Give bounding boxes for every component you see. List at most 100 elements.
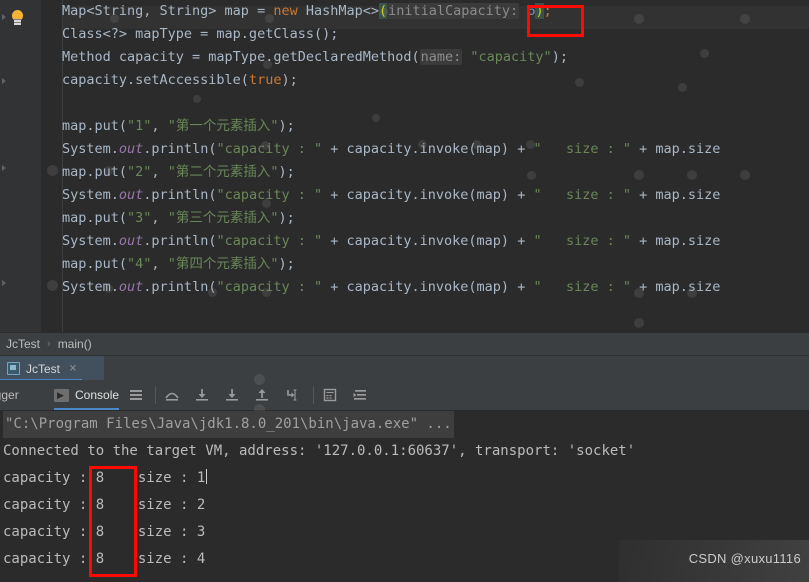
console-text: capacity : 8 size : 2 [3, 497, 206, 513]
code-token: out [118, 187, 144, 203]
code-token: out [118, 279, 144, 295]
code-token: " size : " [533, 233, 631, 249]
breadcrumb-method[interactable]: main() [58, 337, 92, 351]
code-line[interactable]: capacity.setAccessible(true); [62, 69, 809, 92]
console-caret [206, 469, 208, 484]
code-token: ); [278, 118, 295, 134]
run-to-cursor-icon[interactable] [284, 387, 300, 403]
code-token: "capacity" [470, 49, 552, 65]
code-token: .println( [143, 233, 217, 249]
code-token: "2" [127, 164, 152, 180]
console-text: Connected to the target VM, address: '12… [3, 443, 636, 459]
code-line[interactable]: Map<String, String> map = new HashMap<>(… [62, 0, 809, 23]
console-command-text: "C:\Program Files\Java\jdk1.8.0_201\bin\… [3, 411, 454, 438]
code-token: capacity.setAccessible( [62, 72, 249, 88]
breadcrumb[interactable]: JcTest › main() [0, 332, 809, 355]
code-token: + capacity.invoke(map) + [322, 279, 534, 295]
code-token: initialCapacity: [387, 3, 520, 19]
code-token: Map<String, String> map = [62, 3, 274, 19]
ide-window: Map<String, String> map = new HashMap<>(… [0, 0, 809, 582]
console-output[interactable]: "C:\Program Files\Java\jdk1.8.0_201\bin\… [0, 411, 809, 582]
code-token: .println( [143, 187, 217, 203]
console-toolbar[interactable]: ugger Console [0, 374, 809, 415]
code-token: + capacity.invoke(map) + [322, 187, 534, 203]
console-line: capacity : 8 size : 4 [0, 546, 809, 573]
code-token: System. [62, 141, 119, 157]
code-token: Method capacity = mapType.getDeclaredMet… [62, 49, 420, 65]
code-token: "第二个元素插入" [167, 164, 279, 180]
console-line: capacity : 8 size : 1 [0, 465, 809, 492]
code-token: System. [62, 279, 119, 295]
tab-debugger-label: ugger [0, 388, 19, 402]
code-token: "第三个元素插入" [167, 210, 279, 226]
code-token: "第一个元素插入" [167, 118, 279, 134]
code-token: System. [62, 233, 119, 249]
code-token: "第四个元素插入" [167, 256, 279, 272]
editor-gutter[interactable] [0, 0, 41, 332]
tab-debugger[interactable]: ugger [0, 380, 19, 410]
breadcrumb-separator-icon: › [47, 338, 51, 350]
fold-arrow-icon[interactable] [2, 165, 6, 171]
code-token: " size : " [533, 141, 631, 157]
code-token: HashMap<> [297, 3, 379, 19]
code-token: ) [535, 3, 544, 19]
code-line[interactable] [62, 92, 809, 115]
code-token: ); [281, 72, 298, 88]
code-token: map.put( [62, 256, 128, 272]
run-tab-label: JcTest [26, 361, 61, 376]
code-line[interactable]: map.put("3", "第三个元素插入"); [62, 207, 809, 230]
run-tab-strip[interactable]: JcTest × [0, 355, 809, 381]
tab-console[interactable]: Console [54, 380, 120, 410]
code-token: (); [313, 26, 339, 42]
fold-arrow-icon[interactable] [2, 78, 6, 84]
code-token: + map.size [631, 279, 721, 295]
fold-arrow-icon[interactable] [2, 14, 6, 20]
step-out-icon[interactable] [254, 387, 270, 403]
code-token: out [118, 233, 144, 249]
code-token: name: [419, 49, 463, 65]
lines-icon[interactable] [128, 387, 144, 403]
code-text[interactable]: Map<String, String> map = new HashMap<>(… [62, 0, 809, 332]
tab-console-active-underline [54, 408, 120, 410]
run-tab-jctest[interactable]: JcTest × [0, 356, 104, 381]
close-icon[interactable]: × [69, 362, 77, 375]
code-token: new [273, 3, 298, 19]
lightbulb-intention-icon[interactable] [10, 10, 25, 25]
code-token: ( [379, 3, 388, 19]
code-line[interactable]: System.out.println("capacity : " + capac… [62, 276, 809, 299]
step-into-icon[interactable] [194, 387, 210, 403]
code-token: "4" [127, 256, 152, 272]
code-line[interactable]: map.put("4", "第四个元素插入"); [62, 253, 809, 276]
code-token: Class<?> mapType = map.getClass [62, 26, 314, 42]
tab-console-label: Console [75, 388, 120, 402]
code-line[interactable]: Class<?> mapType = map.getClass(); [62, 23, 809, 46]
force-step-into-icon[interactable] [224, 387, 240, 403]
code-token: ); [278, 256, 295, 272]
evaluate-expression-icon[interactable] [322, 387, 338, 403]
code-line[interactable]: map.put("1", "第一个元素插入"); [62, 115, 809, 138]
code-token: map.put( [62, 164, 128, 180]
soft-wrap-icon[interactable] [352, 387, 368, 403]
code-token: .println( [143, 141, 217, 157]
code-token: ); [278, 210, 295, 226]
code-token: ); [278, 164, 295, 180]
editor-fold-column[interactable] [41, 0, 63, 332]
code-editor-pane[interactable]: Map<String, String> map = new HashMap<>(… [0, 0, 809, 332]
console-text: capacity : 8 size : 4 [3, 551, 206, 567]
code-line[interactable]: System.out.println("capacity : " + capac… [62, 138, 809, 161]
code-token: "capacity : " [216, 233, 323, 249]
code-line[interactable]: System.out.println("capacity : " + capac… [62, 184, 809, 207]
code-token: + capacity.invoke(map) + [322, 141, 534, 157]
code-line[interactable]: map.put("2", "第二个元素插入"); [62, 161, 809, 184]
toolbar-divider [313, 386, 314, 404]
code-line[interactable]: Method capacity = mapType.getDeclaredMet… [62, 46, 809, 69]
code-token: .println( [143, 279, 217, 295]
fold-arrow-icon[interactable] [2, 280, 6, 286]
step-over-icon[interactable] [164, 387, 180, 403]
console-line: capacity : 8 size : 2 [0, 492, 809, 519]
breadcrumb-class[interactable]: JcTest [6, 337, 40, 351]
code-token: " size : " [533, 187, 631, 203]
code-line[interactable]: System.out.println("capacity : " + capac… [62, 230, 809, 253]
code-token: "capacity : " [216, 279, 323, 295]
console-text: capacity : 8 size : 1 [3, 470, 206, 486]
